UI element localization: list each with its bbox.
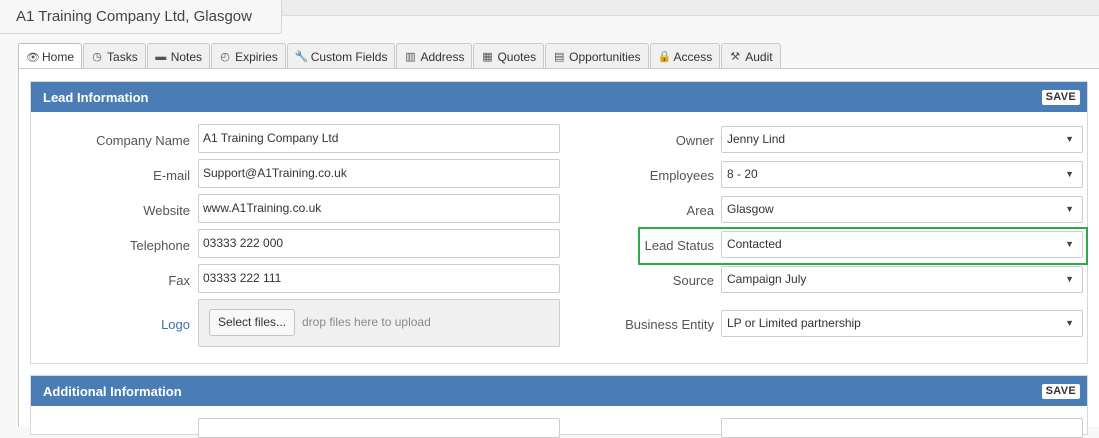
- panel-header: Additional Information SAVE: [31, 376, 1087, 406]
- owner-select[interactable]: Jenny Lind ▼: [721, 126, 1083, 153]
- source-select[interactable]: Campaign July ▼: [721, 266, 1083, 293]
- panel-title: Lead Information: [43, 89, 149, 105]
- upload-hint: drop files here to upload: [302, 315, 431, 329]
- save-button[interactable]: SAVE: [1041, 384, 1080, 399]
- tab-access[interactable]: 🔒 Access: [649, 43, 721, 69]
- tab-content: Lead Information SAVE Company Name A1 Tr…: [18, 68, 1099, 438]
- lock-icon: 🔒: [657, 51, 672, 63]
- tab-label: Audit: [745, 49, 773, 64]
- chevron-down-icon: ▼: [1065, 274, 1074, 284]
- email-field[interactable]: Support@A1Training.co.uk: [198, 159, 560, 188]
- business-entity-value: LP or Limited partnership: [727, 316, 861, 330]
- email-label: E-mail: [153, 168, 190, 183]
- lead-status-value: Contacted: [727, 237, 782, 251]
- panel-header: Lead Information SAVE: [31, 82, 1087, 112]
- tab-label: Opportunities: [569, 49, 641, 64]
- tab-expiries[interactable]: ◴ Expiries: [211, 43, 286, 69]
- chevron-down-icon: ▼: [1065, 318, 1074, 328]
- area-label: Area: [686, 203, 714, 218]
- chevron-down-icon: ▼: [1065, 169, 1074, 179]
- additional-select[interactable]: [721, 418, 1083, 438]
- website-label: Website: [143, 203, 190, 218]
- website-field[interactable]: www.A1Training.co.uk: [198, 194, 560, 223]
- tab-label: Home: [42, 50, 75, 64]
- window-title: A1 Training Company Ltd, Glasgow: [16, 8, 252, 25]
- tab-home[interactable]: 👁 Home: [18, 43, 83, 70]
- employees-label: Employees: [649, 168, 714, 183]
- window-title-tab: A1 Training Company Ltd, Glasgow: [0, 0, 282, 34]
- chevron-down-icon: ▼: [1065, 204, 1074, 214]
- company-name-field[interactable]: A1 Training Company Ltd: [198, 124, 560, 153]
- building-icon: ▥: [405, 51, 416, 63]
- lead-status-label: Lead Status: [644, 238, 714, 253]
- tab-label: Notes: [170, 49, 203, 64]
- area-value: Glasgow: [727, 202, 774, 216]
- chevron-down-icon: ▼: [1065, 134, 1074, 144]
- tab-label: Access: [673, 49, 713, 64]
- book-icon: ▤: [553, 51, 565, 63]
- lead-information-panel: Lead Information SAVE Company Name A1 Tr…: [30, 81, 1088, 364]
- employees-value: 8 - 20: [727, 167, 758, 181]
- tab-label: Tasks: [107, 49, 138, 64]
- owner-label: Owner: [675, 133, 714, 148]
- save-button[interactable]: SAVE: [1041, 90, 1080, 105]
- fax-label: Fax: [168, 273, 190, 288]
- telephone-field[interactable]: 03333 222 000: [198, 229, 560, 258]
- tab-tasks[interactable]: ◷ Tasks: [83, 43, 146, 69]
- tab-address[interactable]: ▥ Address: [396, 43, 473, 69]
- clock-icon: ◷: [92, 51, 102, 63]
- source-value: Campaign July: [727, 272, 807, 286]
- calculator-icon: ▦: [482, 51, 493, 63]
- tab-notes[interactable]: ▬ Notes: [146, 43, 211, 69]
- logo-upload-dropzone[interactable]: Select files... drop files here to uploa…: [198, 299, 560, 347]
- comment-icon: ▬: [155, 50, 167, 63]
- additional-information-panel: Additional Information SAVE: [30, 375, 1088, 438]
- telephone-label: Telephone: [130, 238, 190, 253]
- tab-audit[interactable]: ⚒ Audit: [721, 43, 781, 69]
- tab-label: Custom Fields: [310, 49, 388, 64]
- source-label: Source: [672, 273, 714, 288]
- tab-custom-fields[interactable]: 🔧 Custom Fields: [286, 43, 396, 69]
- additional-field[interactable]: [198, 418, 560, 438]
- owner-value: Jenny Lind: [727, 132, 786, 146]
- tab-opportunities[interactable]: ▤ Opportunities: [545, 43, 649, 69]
- employees-select[interactable]: 8 - 20 ▼: [721, 161, 1083, 188]
- gavel-icon: ⚒: [730, 51, 741, 63]
- wrench-icon: 🔧: [294, 51, 309, 63]
- chevron-down-icon: ▼: [1065, 239, 1074, 249]
- tab-bar: 👁 Home ◷ Tasks ▬ Notes ◴ Expiries 🔧 Custom Fi…: [18, 43, 782, 70]
- tab-label: Expiries: [235, 49, 278, 64]
- tab-label: Address: [420, 49, 465, 64]
- stopwatch-icon: ◴: [220, 51, 230, 63]
- company-name-label: Company Name: [96, 133, 190, 148]
- panel-title: Additional Information: [43, 383, 182, 399]
- lead-status-select[interactable]: Contacted ▼: [721, 231, 1083, 258]
- area-select[interactable]: Glasgow ▼: [721, 196, 1083, 223]
- business-entity-select[interactable]: LP or Limited partnership ▼: [721, 310, 1083, 337]
- eye-icon: 👁: [26, 51, 40, 64]
- logo-link[interactable]: Logo: [41, 317, 190, 332]
- select-files-button[interactable]: Select files...: [209, 309, 296, 336]
- business-entity-label: Business Entity: [625, 317, 714, 332]
- fax-field[interactable]: 03333 222 111: [198, 264, 560, 293]
- tab-label: Quotes: [497, 49, 537, 64]
- tab-quotes[interactable]: ▦ Quotes: [473, 43, 545, 69]
